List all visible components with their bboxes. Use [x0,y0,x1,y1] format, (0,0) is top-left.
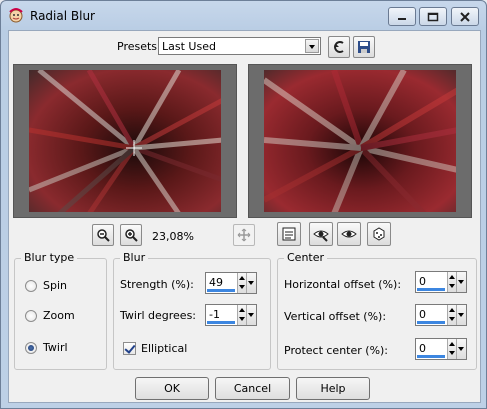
save-preset-button[interactable] [353,36,375,58]
zoom-out-icon [97,229,110,242]
vertical-offset-dropdown[interactable] [456,305,466,325]
presets-dropdown[interactable]: Last Used [158,37,321,55]
radio-twirl-button[interactable] [25,341,37,354]
minimize-icon [398,17,406,20]
dialog-body: Presets: Last Used 23,08% Blur type Spin… [8,30,481,403]
reset-icon [334,41,344,53]
vertical-offset-value: 0 [419,308,426,321]
protect-center-value: 0 [419,342,426,355]
protect-center-spinner[interactable]: 0 [415,338,467,360]
cancel-button[interactable]: Cancel [215,377,290,400]
zoom-level: 23,08% [152,230,194,243]
horizontal-offset-slider[interactable] [417,288,445,291]
center-title: Center [284,251,328,264]
ok-button[interactable]: OK [135,377,209,400]
eye-button[interactable] [337,222,361,246]
radio-spin[interactable]: Spin [25,279,67,292]
minimize-button[interactable] [388,7,416,26]
cancel-label: Cancel [233,382,272,395]
maximize-button[interactable] [419,7,447,26]
original-preview[interactable] [13,64,237,218]
proof-button[interactable] [277,222,301,246]
eye-icon [341,230,357,238]
presets-value: Last Used [162,40,216,53]
title-bar[interactable]: Radial Blur [1,1,486,31]
blur-group: Blur Strength (%): 49 Twirl degrees: -1 … [113,251,271,370]
radio-spin-button[interactable] [25,279,37,292]
vertical-offset-label: Vertical offset (%): [284,310,387,323]
vertical-offset-slider[interactable] [417,321,445,324]
blur-type-title: Blur type [21,251,78,264]
elliptical-checkbox[interactable]: Elliptical [123,342,187,355]
auto-proof-button[interactable] [309,222,333,246]
original-image [29,70,221,212]
close-button[interactable] [451,7,479,26]
app-icon [7,6,25,24]
radio-zoom-button[interactable] [25,309,37,322]
chevron-down-icon[interactable] [305,39,319,53]
horizontal-offset-label: Horizontal offset (%): [284,278,402,291]
save-preset-icon [358,41,370,53]
protect-center-slider[interactable] [417,355,445,358]
randomize-button[interactable] [367,222,391,246]
pan-button[interactable] [233,224,255,246]
strength-dropdown[interactable] [246,273,256,293]
pan-icon [237,228,251,242]
strength-label: Strength (%): [120,278,194,291]
help-label: Help [320,382,346,395]
radio-spin-label: Spin [43,279,67,292]
twirl-label: Twirl degrees: [120,309,197,322]
horizontal-offset-spinner[interactable]: 0 [415,271,467,293]
result-image [264,70,456,212]
radial-blur-dialog: Radial Blur Presets: Last Used 23,08% Bl… [0,0,487,409]
horizontal-offset-value: 0 [419,275,426,288]
strength-spinner[interactable]: 49 [205,272,257,294]
twirl-spinner[interactable]: -1 [205,304,257,326]
radio-zoom[interactable]: Zoom [25,309,75,322]
vertical-offset-spinner[interactable]: 0 [415,304,467,326]
protect-center-dropdown[interactable] [456,339,466,359]
proof-icon [282,227,296,241]
presets-label: Presets: [117,40,161,53]
horizontal-offset-dropdown[interactable] [456,272,466,292]
auto-proof-icon [313,230,329,242]
radio-zoom-label: Zoom [43,309,75,322]
ok-label: OK [164,382,180,395]
center-group: Center Horizontal offset (%): 0 Vertical… [277,251,477,370]
elliptical-check[interactable] [123,342,136,355]
radio-twirl[interactable]: Twirl [25,341,68,354]
close-icon [460,11,470,22]
protect-center-label: Protect center (%): [284,344,389,357]
strength-value: 49 [209,276,223,289]
twirl-value: -1 [209,308,220,321]
blur-title: Blur [120,251,149,264]
zoom-in-icon [125,229,138,242]
result-preview[interactable] [248,64,472,218]
randomize-icon [373,227,385,241]
help-button[interactable]: Help [296,377,370,400]
window-title: Radial Blur [30,9,95,23]
zoom-out-button[interactable] [92,224,114,246]
blur-type-group: Blur type Spin Zoom Twirl [14,251,107,370]
twirl-slider[interactable] [207,321,235,324]
reset-preset-button[interactable] [328,36,350,58]
maximize-icon [427,12,439,21]
zoom-in-button[interactable] [120,224,142,246]
elliptical-label: Elliptical [141,342,188,355]
twirl-dropdown[interactable] [246,305,256,325]
strength-slider[interactable] [207,289,235,292]
radio-twirl-label: Twirl [43,341,68,354]
